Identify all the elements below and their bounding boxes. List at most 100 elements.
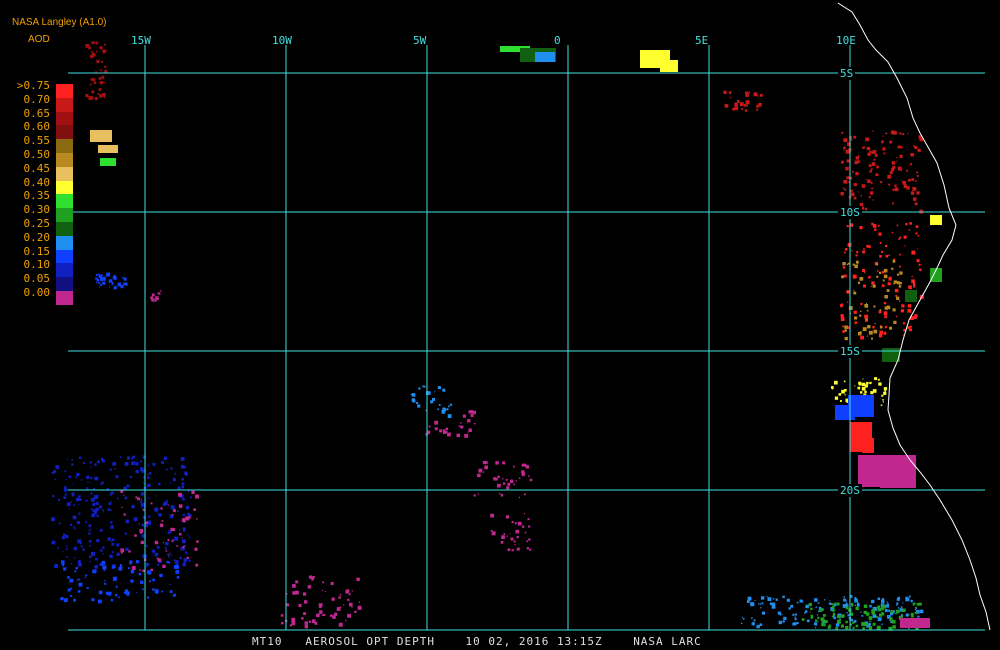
aerosol-pixel bbox=[911, 250, 916, 255]
aerosol-pixel bbox=[843, 138, 848, 143]
aerosol-pixel bbox=[110, 509, 112, 511]
aerosol-pixel bbox=[899, 154, 903, 158]
aerosol-pixel bbox=[175, 565, 179, 569]
legend-swatch bbox=[56, 208, 73, 222]
longitude-label: 5E bbox=[695, 34, 709, 47]
aerosol-pixel bbox=[477, 493, 479, 495]
aerosol-pixel bbox=[831, 603, 834, 605]
legend-value-label: 0.65 bbox=[23, 106, 51, 120]
aerosol-pixel bbox=[165, 550, 168, 552]
aerosol-pixel bbox=[108, 279, 113, 283]
aerosol-pixel bbox=[139, 569, 141, 571]
aerosol-pixel bbox=[107, 508, 111, 511]
legend-swatch bbox=[56, 290, 73, 305]
aerosol-pixel bbox=[51, 517, 55, 522]
aerosol-pixel bbox=[85, 521, 88, 524]
aerosol-pixel bbox=[865, 179, 867, 181]
aerosol-pixel bbox=[858, 191, 860, 193]
aerosol-pixel bbox=[860, 195, 862, 197]
aerosol-pixel bbox=[874, 323, 876, 325]
aerosol-pixel bbox=[881, 140, 884, 144]
aerosol-pixel bbox=[866, 146, 871, 151]
aerosol-pixel bbox=[131, 461, 135, 465]
aerosol-pixel bbox=[303, 612, 306, 616]
aerosol-pixel bbox=[497, 475, 500, 478]
aerosol-pixel bbox=[503, 533, 506, 535]
aerosol-pixel bbox=[748, 91, 751, 94]
aerosol-pixel bbox=[67, 588, 71, 592]
aerosol-pixel bbox=[90, 482, 92, 484]
aerosol-pixel bbox=[91, 551, 95, 556]
aerosol-pixel bbox=[65, 545, 68, 547]
aerosol-pixel bbox=[101, 481, 104, 484]
aerosol-pixel bbox=[900, 146, 903, 149]
aerosol-pixel bbox=[90, 492, 93, 495]
aerosol-pixel bbox=[526, 547, 529, 550]
aerosol-pixel bbox=[876, 607, 878, 609]
aerosol-pixel bbox=[911, 275, 913, 278]
aerosol-pixel bbox=[882, 401, 884, 403]
aerosol-pixel bbox=[881, 623, 883, 626]
aerosol-pixel bbox=[817, 602, 820, 604]
aerosol-pixel bbox=[66, 458, 68, 460]
aerosol-pixel bbox=[854, 604, 856, 606]
aerosol-pixel bbox=[896, 296, 900, 300]
aerosol-pixel bbox=[899, 253, 901, 256]
aerosol-pixel bbox=[845, 620, 848, 624]
aerosol-pixel bbox=[794, 616, 797, 618]
aerosol-pixel bbox=[845, 602, 848, 604]
aerosol-pixel bbox=[854, 385, 856, 387]
longitude-label: 10E bbox=[836, 34, 856, 47]
aerosol-pixel bbox=[869, 381, 872, 385]
aerosol-pixel bbox=[772, 602, 776, 606]
aerosol-pixel bbox=[69, 578, 74, 583]
aerosol-pixel bbox=[131, 505, 135, 509]
aerosol-pixel bbox=[304, 625, 308, 629]
aerosol-pixel bbox=[98, 590, 103, 595]
aerosol-pixel bbox=[176, 576, 180, 579]
aerosol-pixel bbox=[505, 515, 509, 519]
aerosol-pixel bbox=[79, 498, 82, 501]
aerosol-pixel bbox=[82, 548, 85, 551]
aerosol-pixel bbox=[351, 606, 353, 608]
aerosol-pixel bbox=[862, 327, 867, 332]
aerosol-pixel bbox=[86, 487, 89, 490]
aerosol-pixel bbox=[308, 575, 313, 579]
aerosol-pixel bbox=[759, 623, 763, 626]
aerosol-pixel bbox=[844, 329, 847, 332]
aerosol-pixel bbox=[759, 603, 761, 605]
aerosol-pixel bbox=[877, 597, 880, 600]
aerosol-pixel bbox=[193, 508, 196, 511]
aerosol-pixel bbox=[879, 330, 883, 335]
longitude-label: 0 bbox=[554, 34, 561, 47]
aerosol-pixel bbox=[195, 494, 200, 499]
aerosol-pixel bbox=[878, 174, 879, 176]
aerosol-pixel bbox=[178, 504, 183, 508]
aerosol-pixel bbox=[777, 611, 781, 615]
aerosol-pixel bbox=[88, 524, 92, 528]
aerosol-pixel bbox=[888, 183, 891, 186]
aerosol-pixel bbox=[93, 81, 97, 84]
aerosol-pixel bbox=[329, 614, 333, 617]
aerosol-pixel bbox=[156, 545, 160, 549]
aerosol-pixel bbox=[734, 102, 738, 107]
aerosol-pixel bbox=[782, 595, 785, 599]
aerosol-pixel bbox=[467, 419, 471, 423]
aerosol-pixel bbox=[67, 576, 70, 579]
aerosol-pixel bbox=[871, 337, 873, 340]
aerosol-pixel bbox=[840, 160, 844, 164]
aerosol-pixel bbox=[147, 596, 150, 599]
aerosol-pixel bbox=[907, 326, 911, 330]
aerosol-pixel bbox=[159, 573, 163, 578]
aerosol-pixel bbox=[866, 309, 869, 312]
aerosol-pixel bbox=[322, 581, 324, 584]
aerosol-pixel bbox=[847, 262, 850, 265]
aerosol-pixel bbox=[97, 93, 100, 95]
aerosol-pixel bbox=[171, 513, 174, 516]
aerosol-pixel bbox=[318, 605, 322, 609]
aerosol-pixel bbox=[194, 547, 198, 551]
aerosol-pixel bbox=[120, 564, 122, 566]
aerosol-pixel bbox=[191, 490, 195, 494]
aerosol-pixel bbox=[135, 462, 139, 466]
legend-value-label: 0.20 bbox=[23, 230, 51, 244]
